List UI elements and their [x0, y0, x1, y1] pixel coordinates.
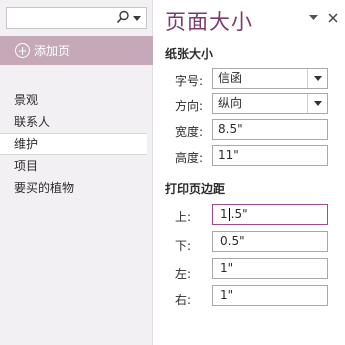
bottom-margin-field[interactable]: 0.5" — [212, 231, 328, 252]
left-margin-field[interactable]: 1" — [212, 258, 328, 279]
page-item-maintenance[interactable]: 维护 — [0, 133, 147, 155]
search-button[interactable] — [116, 9, 142, 27]
page-item-plants-to-buy[interactable]: 要买的植物 — [0, 177, 153, 199]
chevron-down-icon[interactable] — [307, 94, 327, 113]
page-item-label: 项目 — [14, 159, 39, 173]
add-page-button[interactable]: + 添加页 — [0, 36, 153, 65]
height-label: 高度: — [175, 151, 204, 165]
plus-icon: + — [15, 43, 30, 58]
width-label: 宽度: — [175, 125, 204, 139]
page-item-label: 联系人 — [14, 115, 51, 129]
left-margin-value: 1" — [220, 261, 234, 275]
print-margins-heading: 打印页边距 — [165, 182, 226, 196]
paper-size-heading: 纸张大小 — [165, 47, 214, 61]
bottom-margin-value: 0.5" — [220, 234, 245, 248]
orientation-value: 纵向 — [218, 96, 243, 110]
add-page-label: 添加页 — [34, 44, 71, 58]
right-margin-label: 右: — [175, 293, 192, 307]
top-margin-label: 上: — [175, 210, 192, 224]
top-margin-value-end: .5" — [230, 207, 248, 221]
paper-size-value: 信函 — [218, 71, 243, 85]
orientation-select[interactable]: 纵向 — [212, 93, 328, 114]
page-item-label: 维护 — [14, 137, 39, 151]
page-list-pane: + 添加页 景观 联系人 维护 项目 要买的植物 — [0, 0, 153, 345]
page-item-landscape[interactable]: 景观 — [0, 89, 153, 111]
page-item-label: 景观 — [14, 93, 39, 107]
right-margin-field[interactable]: 1" — [212, 285, 328, 306]
chevron-down-icon[interactable] — [307, 69, 327, 88]
page-item-projects[interactable]: 项目 — [0, 155, 153, 177]
pane-title: 页面大小 — [165, 10, 253, 34]
page-list: 景观 联系人 维护 项目 要买的植物 — [0, 89, 153, 199]
width-value: 8.5" — [218, 122, 243, 136]
top-margin-value-start: 1 — [220, 207, 228, 221]
size-label: 字号: — [175, 74, 204, 88]
height-field[interactable]: 11" — [212, 145, 328, 166]
text-caret — [228, 208, 230, 221]
orientation-label: 方向: — [175, 99, 204, 113]
page-item-contacts[interactable]: 联系人 — [0, 111, 153, 133]
right-margin-value: 1" — [220, 288, 234, 302]
width-field[interactable]: 8.5" — [212, 119, 328, 140]
page-item-label: 要买的植物 — [14, 181, 75, 195]
search-icon — [116, 10, 129, 24]
pane-controls — [309, 13, 338, 23]
height-value: 11" — [218, 148, 239, 162]
chevron-down-icon — [133, 16, 141, 21]
page-size-pane: 页面大小 纸张大小 字号: 信函 方向: 纵向 宽度: 8.5" 高度: 11"… — [154, 0, 345, 345]
bottom-margin-label: 下: — [175, 239, 192, 253]
top-margin-field[interactable]: 1.5" — [212, 204, 328, 225]
chevron-down-icon[interactable] — [309, 15, 318, 21]
search-input[interactable] — [6, 7, 147, 29]
paper-size-select[interactable]: 信函 — [212, 68, 328, 89]
close-icon[interactable] — [328, 13, 338, 23]
left-margin-label: 左: — [175, 267, 192, 281]
